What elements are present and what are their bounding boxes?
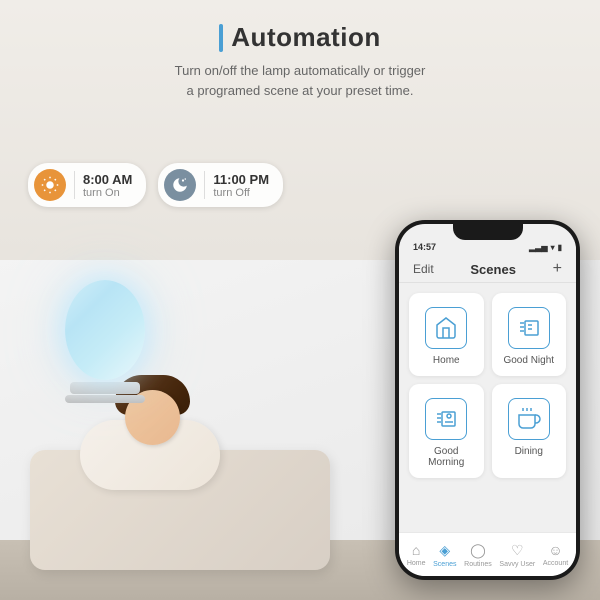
- phone-screen: 14:57 ▂▃▅ ▾ ▮ Edit Scenes +: [399, 224, 576, 576]
- nav-account[interactable]: ☺ Account: [543, 542, 568, 567]
- app-title: Scenes: [470, 262, 516, 277]
- home-scene-icon: [425, 307, 467, 349]
- nav-savvy-user[interactable]: ♡ Savvy User: [499, 542, 535, 568]
- subtitle-line2: a programed scene at your preset time.: [187, 83, 414, 98]
- turn-on-text: 8:00 AM turn On: [83, 172, 132, 199]
- status-time: 14:57: [413, 242, 436, 252]
- wifi-icon: ▾: [551, 243, 555, 252]
- scene-good-night-label: Good Night: [503, 355, 554, 366]
- nav-savvy-icon: ♡: [511, 542, 524, 559]
- phone-container: 14:57 ▂▃▅ ▾ ▮ Edit Scenes +: [395, 220, 580, 580]
- edit-button[interactable]: Edit: [413, 262, 434, 276]
- turn-off-badge[interactable]: 11:00 PM turn Off: [158, 163, 283, 207]
- badge-divider-1: [74, 171, 75, 199]
- status-bar: 14:57 ▂▃▅ ▾ ▮: [399, 240, 576, 254]
- good-night-scene-icon: [508, 307, 550, 349]
- phone-notch: [453, 224, 523, 240]
- scene-home-label: Home: [433, 355, 460, 366]
- title-row: Automation: [0, 22, 600, 53]
- badge-divider-2: [204, 171, 205, 199]
- lamp: [60, 280, 150, 400]
- status-icons: ▂▃▅ ▾ ▮: [529, 243, 562, 252]
- nav-routines-label: Routines: [464, 561, 492, 568]
- nav-account-icon: ☺: [548, 542, 562, 558]
- nav-scenes-label: Scenes: [433, 561, 456, 568]
- scenes-grid: Home Good Night: [399, 283, 576, 488]
- nav-scenes[interactable]: ◈ Scenes: [433, 542, 456, 568]
- scene-dining[interactable]: Dining: [492, 384, 567, 478]
- sunrise-icon: [34, 169, 66, 201]
- turn-off-action: turn Off: [213, 187, 269, 199]
- scene-good-night[interactable]: Good Night: [492, 293, 567, 376]
- nav-account-label: Account: [543, 560, 568, 567]
- nav-savvy-label: Savvy User: [499, 561, 535, 568]
- scene-home[interactable]: Home: [409, 293, 484, 376]
- turn-on-badge[interactable]: 8:00 AM turn On: [28, 163, 146, 207]
- lamp-base2: [65, 395, 145, 403]
- header: Automation Turn on/off the lamp automati…: [0, 0, 600, 118]
- nav-routines-icon: ◯: [470, 542, 486, 559]
- scene-good-morning[interactable]: Good Morning: [409, 384, 484, 478]
- signal-icon: ▂▃▅: [529, 243, 547, 252]
- app-header: Edit Scenes +: [399, 254, 576, 283]
- add-scene-button[interactable]: +: [553, 260, 562, 278]
- dining-scene-icon: [508, 398, 550, 440]
- turn-on-action: turn On: [83, 187, 132, 199]
- schedule-row: 8:00 AM turn On 11:00 PM turn Off: [0, 163, 283, 207]
- nav-home-icon: ⌂: [412, 542, 420, 558]
- turn-off-time: 11:00 PM: [213, 172, 269, 187]
- nav-home[interactable]: ⌂ Home: [407, 542, 426, 567]
- subtitle-line1: Turn on/off the lamp automatically or tr…: [175, 63, 426, 78]
- moon-icon: [164, 169, 196, 201]
- scene-dining-label: Dining: [515, 446, 543, 457]
- nav-routines[interactable]: ◯ Routines: [464, 542, 492, 568]
- subtitle: Turn on/off the lamp automatically or tr…: [130, 61, 470, 100]
- phone-outer: 14:57 ▂▃▅ ▾ ▮ Edit Scenes +: [395, 220, 580, 580]
- title-bar-decoration: [219, 24, 223, 52]
- lamp-base: [70, 382, 140, 394]
- turn-on-time: 8:00 AM: [83, 172, 132, 187]
- bottom-nav: ⌂ Home ◈ Scenes ◯ Routines ♡ Savvy User …: [399, 532, 576, 576]
- battery-icon: ▮: [558, 243, 562, 252]
- lamp-body: [65, 280, 145, 380]
- nav-scenes-icon: ◈: [439, 542, 450, 559]
- turn-off-text: 11:00 PM turn Off: [213, 172, 269, 199]
- nav-home-label: Home: [407, 560, 426, 567]
- page-title: Automation: [231, 22, 380, 53]
- good-morning-scene-icon: [425, 398, 467, 440]
- scene-good-morning-label: Good Morning: [419, 446, 474, 468]
